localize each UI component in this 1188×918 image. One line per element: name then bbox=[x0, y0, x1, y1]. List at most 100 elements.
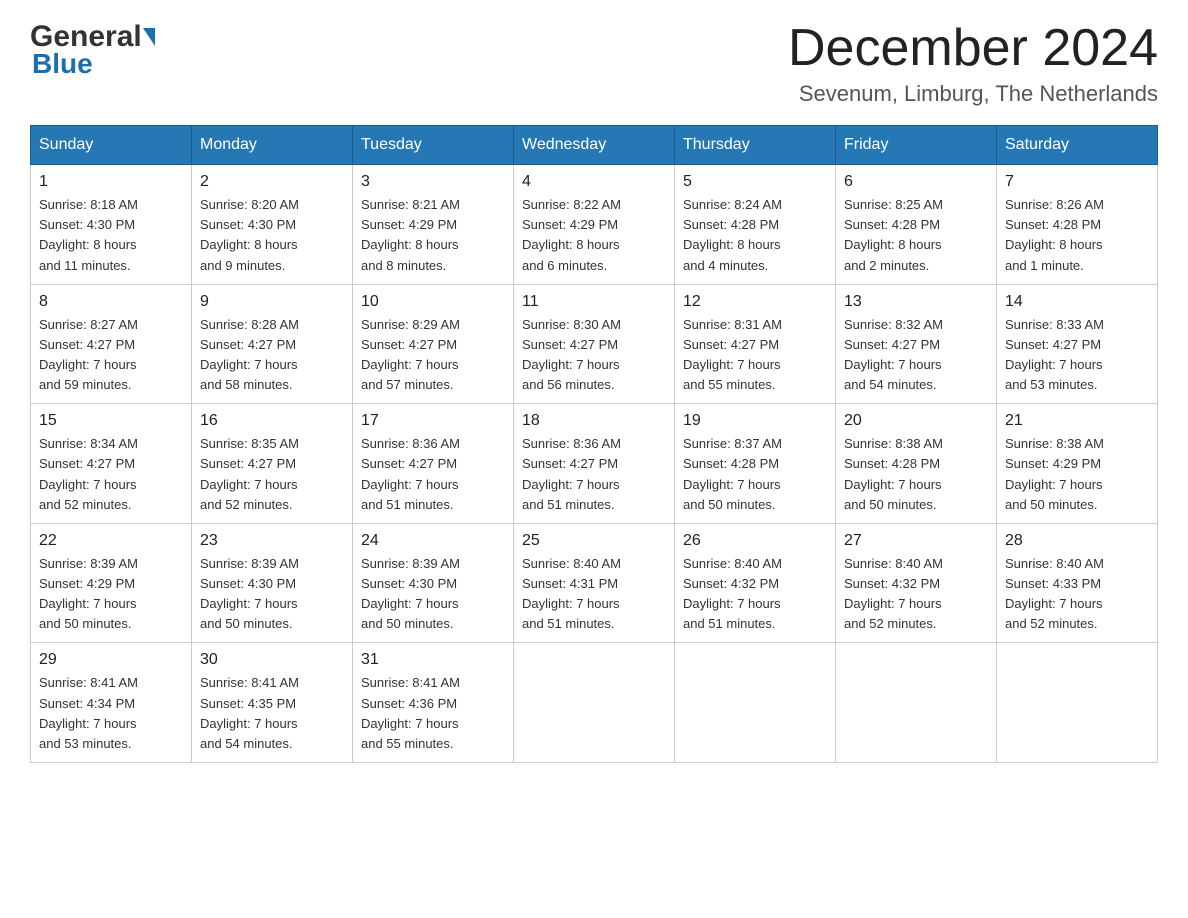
calendar-cell: 12 Sunrise: 8:31 AMSunset: 4:27 PMDayligh… bbox=[675, 284, 836, 404]
day-info: Sunrise: 8:18 AMSunset: 4:30 PMDaylight:… bbox=[39, 197, 138, 272]
day-number: 30 bbox=[200, 651, 344, 669]
day-number: 25 bbox=[522, 532, 666, 550]
calendar-cell: 10 Sunrise: 8:29 AMSunset: 4:27 PMDayligh… bbox=[353, 284, 514, 404]
calendar-cell: 31Sunrise: 8:41 AMSunset: 4:36 PMDayligh… bbox=[353, 643, 514, 763]
day-number: 21 bbox=[1005, 412, 1149, 430]
calendar-header-wednesday: Wednesday bbox=[514, 126, 675, 165]
day-info: Sunrise: 8:41 AMSunset: 4:35 PMDaylight:… bbox=[200, 675, 299, 750]
day-info: Sunrise: 8:36 AMSunset: 4:27 PMDaylight:… bbox=[361, 436, 460, 511]
day-info: Sunrise: 8:26 AMSunset: 4:28 PMDaylight:… bbox=[1005, 197, 1104, 272]
calendar-cell: 29 Sunrise: 8:41 AMSunset: 4:34 PMDayligh… bbox=[31, 643, 192, 763]
calendar-cell: 1 Sunrise: 8:18 AMSunset: 4:30 PMDaylight… bbox=[31, 165, 192, 285]
page-header: General Blue December 2024 Sevenum, Limb… bbox=[30, 20, 1158, 107]
day-info: Sunrise: 8:37 AMSunset: 4:28 PMDaylight:… bbox=[683, 436, 782, 511]
calendar-cell: 13 Sunrise: 8:32 AMSunset: 4:27 PMDayligh… bbox=[836, 284, 997, 404]
day-number: 29 bbox=[39, 651, 183, 669]
day-info: Sunrise: 8:24 AMSunset: 4:28 PMDaylight:… bbox=[683, 197, 782, 272]
day-info: Sunrise: 8:20 AMSunset: 4:30 PMDaylight:… bbox=[200, 197, 299, 272]
day-info: Sunrise: 8:39 AMSunset: 4:30 PMDaylight:… bbox=[361, 556, 460, 631]
day-number: 4 bbox=[522, 173, 666, 191]
day-number: 17 bbox=[361, 412, 505, 430]
day-number: 31 bbox=[361, 651, 505, 669]
subtitle: Sevenum, Limburg, The Netherlands bbox=[788, 81, 1158, 107]
day-info: Sunrise: 8:31 AMSunset: 4:27 PMDaylight:… bbox=[683, 317, 782, 392]
calendar-cell: 6Sunrise: 8:25 AMSunset: 4:28 PMDaylight… bbox=[836, 165, 997, 285]
calendar-cell bbox=[514, 643, 675, 763]
day-info: Sunrise: 8:22 AMSunset: 4:29 PMDaylight:… bbox=[522, 197, 621, 272]
calendar-header-tuesday: Tuesday bbox=[353, 126, 514, 165]
day-info: Sunrise: 8:29 AMSunset: 4:27 PMDaylight:… bbox=[361, 317, 460, 392]
calendar-week-row: 1 Sunrise: 8:18 AMSunset: 4:30 PMDaylight… bbox=[31, 165, 1158, 285]
calendar-cell: 28 Sunrise: 8:40 AMSunset: 4:33 PMDayligh… bbox=[997, 523, 1158, 643]
calendar-header-friday: Friday bbox=[836, 126, 997, 165]
calendar-cell: 27Sunrise: 8:40 AMSunset: 4:32 PMDayligh… bbox=[836, 523, 997, 643]
day-info: Sunrise: 8:38 AMSunset: 4:28 PMDaylight:… bbox=[844, 436, 943, 511]
day-info: Sunrise: 8:28 AMSunset: 4:27 PMDaylight:… bbox=[200, 317, 299, 392]
day-number: 10 bbox=[361, 293, 505, 311]
logo-blue-text: Blue bbox=[30, 50, 93, 78]
calendar-header-saturday: Saturday bbox=[997, 126, 1158, 165]
calendar-cell: 19Sunrise: 8:37 AMSunset: 4:28 PMDayligh… bbox=[675, 404, 836, 524]
day-number: 8 bbox=[39, 293, 183, 311]
day-number: 23 bbox=[200, 532, 344, 550]
calendar-cell: 20 Sunrise: 8:38 AMSunset: 4:28 PMDayligh… bbox=[836, 404, 997, 524]
calendar-header-thursday: Thursday bbox=[675, 126, 836, 165]
day-number: 9 bbox=[200, 293, 344, 311]
calendar-cell: 4 Sunrise: 8:22 AMSunset: 4:29 PMDaylight… bbox=[514, 165, 675, 285]
day-number: 2 bbox=[200, 173, 344, 191]
calendar-cell: 18Sunrise: 8:36 AMSunset: 4:27 PMDayligh… bbox=[514, 404, 675, 524]
day-number: 5 bbox=[683, 173, 827, 191]
day-number: 13 bbox=[844, 293, 988, 311]
calendar-week-row: 29 Sunrise: 8:41 AMSunset: 4:34 PMDayligh… bbox=[31, 643, 1158, 763]
day-info: Sunrise: 8:40 AMSunset: 4:31 PMDaylight:… bbox=[522, 556, 621, 631]
calendar-week-row: 15Sunrise: 8:34 AMSunset: 4:27 PMDayligh… bbox=[31, 404, 1158, 524]
calendar-cell: 25 Sunrise: 8:40 AMSunset: 4:31 PMDayligh… bbox=[514, 523, 675, 643]
calendar-cell: 2 Sunrise: 8:20 AMSunset: 4:30 PMDaylight… bbox=[192, 165, 353, 285]
calendar-cell: 5 Sunrise: 8:24 AMSunset: 4:28 PMDaylight… bbox=[675, 165, 836, 285]
calendar-table: SundayMondayTuesdayWednesdayThursdayFrid… bbox=[30, 125, 1158, 763]
main-title: December 2024 bbox=[788, 20, 1158, 77]
day-number: 20 bbox=[844, 412, 988, 430]
calendar-cell: 16Sunrise: 8:35 AMSunset: 4:27 PMDayligh… bbox=[192, 404, 353, 524]
day-info: Sunrise: 8:32 AMSunset: 4:27 PMDaylight:… bbox=[844, 317, 943, 392]
day-number: 18 bbox=[522, 412, 666, 430]
day-info: Sunrise: 8:40 AMSunset: 4:32 PMDaylight:… bbox=[844, 556, 943, 631]
day-number: 11 bbox=[522, 293, 666, 311]
calendar-cell: 22 Sunrise: 8:39 AMSunset: 4:29 PMDayligh… bbox=[31, 523, 192, 643]
day-number: 12 bbox=[683, 293, 827, 311]
calendar-cell: 21 Sunrise: 8:38 AMSunset: 4:29 PMDayligh… bbox=[997, 404, 1158, 524]
calendar-cell: 7 Sunrise: 8:26 AMSunset: 4:28 PMDaylight… bbox=[997, 165, 1158, 285]
day-number: 15 bbox=[39, 412, 183, 430]
day-info: Sunrise: 8:39 AMSunset: 4:29 PMDaylight:… bbox=[39, 556, 138, 631]
logo: General Blue bbox=[30, 20, 155, 78]
day-info: Sunrise: 8:40 AMSunset: 4:32 PMDaylight:… bbox=[683, 556, 782, 631]
day-info: Sunrise: 8:30 AMSunset: 4:27 PMDaylight:… bbox=[522, 317, 621, 392]
day-number: 1 bbox=[39, 173, 183, 191]
day-info: Sunrise: 8:40 AMSunset: 4:33 PMDaylight:… bbox=[1005, 556, 1104, 631]
day-info: Sunrise: 8:38 AMSunset: 4:29 PMDaylight:… bbox=[1005, 436, 1104, 511]
calendar-header-sunday: Sunday bbox=[31, 126, 192, 165]
day-number: 22 bbox=[39, 532, 183, 550]
calendar-cell bbox=[836, 643, 997, 763]
day-info: Sunrise: 8:25 AMSunset: 4:28 PMDaylight:… bbox=[844, 197, 943, 272]
day-number: 28 bbox=[1005, 532, 1149, 550]
day-number: 7 bbox=[1005, 173, 1149, 191]
day-info: Sunrise: 8:21 AMSunset: 4:29 PMDaylight:… bbox=[361, 197, 460, 272]
calendar-header-monday: Monday bbox=[192, 126, 353, 165]
day-number: 24 bbox=[361, 532, 505, 550]
calendar-cell: 11 Sunrise: 8:30 AMSunset: 4:27 PMDayligh… bbox=[514, 284, 675, 404]
day-info: Sunrise: 8:35 AMSunset: 4:27 PMDaylight:… bbox=[200, 436, 299, 511]
calendar-cell: 8 Sunrise: 8:27 AMSunset: 4:27 PMDaylight… bbox=[31, 284, 192, 404]
day-number: 3 bbox=[361, 173, 505, 191]
calendar-week-row: 8 Sunrise: 8:27 AMSunset: 4:27 PMDaylight… bbox=[31, 284, 1158, 404]
calendar-header-row: SundayMondayTuesdayWednesdayThursdayFrid… bbox=[31, 126, 1158, 165]
day-number: 14 bbox=[1005, 293, 1149, 311]
calendar-cell: 23Sunrise: 8:39 AMSunset: 4:30 PMDayligh… bbox=[192, 523, 353, 643]
day-info: Sunrise: 8:27 AMSunset: 4:27 PMDaylight:… bbox=[39, 317, 138, 392]
calendar-cell bbox=[997, 643, 1158, 763]
calendar-cell: 17 Sunrise: 8:36 AMSunset: 4:27 PMDayligh… bbox=[353, 404, 514, 524]
day-number: 26 bbox=[683, 532, 827, 550]
calendar-cell: 3 Sunrise: 8:21 AMSunset: 4:29 PMDaylight… bbox=[353, 165, 514, 285]
calendar-cell: 14Sunrise: 8:33 AMSunset: 4:27 PMDayligh… bbox=[997, 284, 1158, 404]
day-info: Sunrise: 8:41 AMSunset: 4:34 PMDaylight:… bbox=[39, 675, 138, 750]
